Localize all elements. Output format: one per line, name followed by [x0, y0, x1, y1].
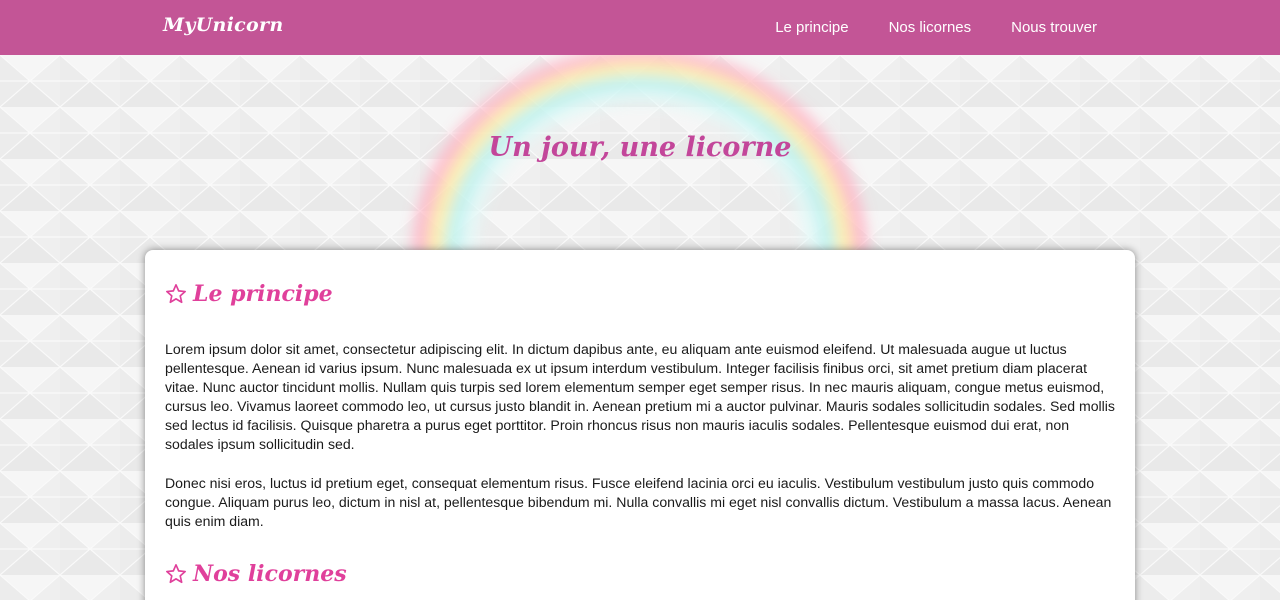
content-card: Le principe Lorem ipsum dolor sit amet, …: [145, 250, 1135, 600]
hero: Un jour, une licorne: [0, 55, 1280, 255]
nav-link-le-principe[interactable]: Le principe: [775, 19, 848, 36]
section-paragraph: Lorem ipsum dolor sit amet, consectetur …: [165, 341, 1115, 452]
brand-logo[interactable]: MyUnicorn: [163, 14, 283, 36]
nav-links: Le principe Nos licornes Nous trouver: [775, 19, 1097, 36]
section-paragraph: Donec nisi eros, luctus id pretium eget,…: [165, 475, 1112, 529]
section-heading-le-principe: Le principe: [165, 281, 333, 307]
nav-link-nous-trouver[interactable]: Nous trouver: [1011, 19, 1097, 36]
section-title: Le principe: [193, 281, 333, 307]
section-heading-nos-licornes: Nos licornes: [165, 561, 347, 587]
star-icon: [166, 284, 186, 304]
star-icon: [166, 564, 186, 584]
hero-title: Un jour, une licorne: [488, 132, 792, 163]
nav-link-nos-licornes[interactable]: Nos licornes: [889, 19, 972, 36]
navbar: MyUnicorn Le principe Nos licornes Nous …: [0, 0, 1280, 55]
section-title: Nos licornes: [193, 561, 347, 587]
